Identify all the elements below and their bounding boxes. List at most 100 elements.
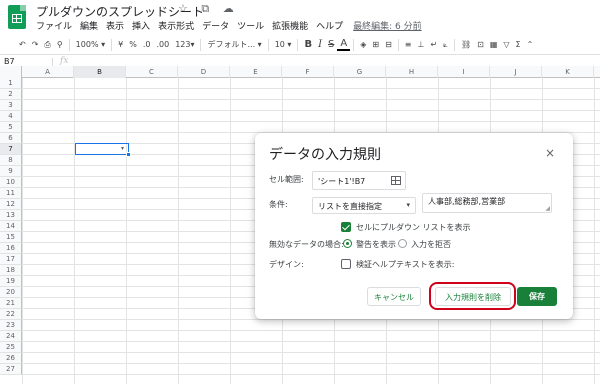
row-header-10[interactable]: 10 [0,177,22,188]
insert-link-icon[interactable]: ⛓ [458,40,474,49]
borders-icon[interactable]: ⊞ [369,40,382,49]
insert-chart-icon[interactable]: ▦ [487,40,501,49]
save-button[interactable]: 保存 [517,287,557,306]
row-header-12[interactable]: 12 [0,199,22,210]
cell-dropdown-chevron-icon[interactable]: ▾ [121,145,124,152]
row-header-17[interactable]: 17 [0,254,22,265]
more-formats-button[interactable]: 123▾ [172,40,197,49]
row-header-11[interactable]: 11 [0,188,22,199]
column-header-e[interactable]: E [230,66,282,78]
percent-button[interactable]: % [126,40,140,49]
column-header-k[interactable]: K [542,66,594,78]
collapse-toolbar-icon[interactable]: ⌃ [524,40,537,49]
row-header-20[interactable]: 20 [0,287,22,298]
column-header-a[interactable]: A [22,66,74,78]
horizontal-align-icon[interactable]: ≡ [402,40,415,49]
row-header-26[interactable]: 26 [0,353,22,364]
row-header-6[interactable]: 6 [0,133,22,144]
column-header-d[interactable]: D [178,66,230,78]
row-header-27[interactable]: 27 [0,364,22,375]
menu-view[interactable]: 表示 [106,19,124,32]
row-header-2[interactable]: 2 [0,89,22,100]
row-header-22[interactable]: 22 [0,309,22,320]
insert-comment-icon[interactable]: ⊡ [474,40,487,49]
row-header-7[interactable]: 7 [0,144,22,155]
select-all-corner[interactable] [0,66,22,78]
menu-edit[interactable]: 編集 [80,19,98,32]
list-items-input[interactable]: 人事部,総務部,営業部 ◢ [422,193,552,213]
bold-button[interactable]: B [301,39,315,50]
menu-tools[interactable]: ツール [237,19,264,32]
menu-extensions[interactable]: 拡張機能 [272,19,308,32]
row-header-3[interactable]: 3 [0,100,22,111]
cancel-button[interactable]: キャンセル [367,287,421,306]
merge-cells-icon[interactable]: ⊟ [382,40,395,49]
last-edit-link[interactable]: 最終編集: 6 分前 [353,19,421,32]
row-header-13[interactable]: 13 [0,210,22,221]
row-header-25[interactable]: 25 [0,342,22,353]
help-text-checkbox[interactable] [341,259,351,269]
row-header-19[interactable]: 19 [0,276,22,287]
text-rotation-icon[interactable]: ⟀ [440,40,451,50]
row-header-16[interactable]: 16 [0,243,22,254]
column-header-j[interactable]: J [490,66,542,78]
column-header-h[interactable]: H [386,66,438,78]
undo-icon[interactable]: ↶ [16,40,29,49]
sheets-logo-icon[interactable] [8,5,26,29]
currency-button[interactable]: ¥ [115,40,126,49]
filter-icon[interactable]: ▽ [500,40,512,49]
row-header-5[interactable]: 5 [0,122,22,133]
row-header-18[interactable]: 18 [0,265,22,276]
selected-cell-b7[interactable]: ▾ [75,143,131,157]
font-value: デフォルト... [207,40,256,49]
vertical-align-icon[interactable]: ⊥ [414,40,427,49]
column-header-c[interactable]: C [126,66,178,78]
row-header-1[interactable]: 1 [0,78,22,89]
column-header-g[interactable]: G [334,66,386,78]
menu-insert[interactable]: 挿入 [132,19,150,32]
decrease-decimal-button[interactable]: .0 [140,40,154,49]
redo-icon[interactable]: ↷ [29,40,42,49]
text-wrap-icon[interactable]: ↵ [427,40,440,49]
row-header-4[interactable]: 4 [0,111,22,122]
close-icon[interactable]: × [545,146,555,160]
radio-reject-input[interactable] [398,239,407,248]
menu-help[interactable]: ヘルプ [316,19,343,32]
row-header-21[interactable]: 21 [0,298,22,309]
fill-color-icon[interactable]: ◈ [357,40,369,49]
menu-file[interactable]: ファイル [36,19,72,32]
row-header-8[interactable]: 8 [0,155,22,166]
row-header-9[interactable]: 9 [0,166,22,177]
toolbar-divider [297,38,299,51]
menu-format[interactable]: 表示形式 [158,19,194,32]
font-size-select[interactable]: 10 ▾ [272,40,295,49]
row-header-14[interactable]: 14 [0,221,22,232]
font-select[interactable]: デフォルト... ▾ [204,39,264,50]
italic-button[interactable]: I [315,39,325,50]
name-box[interactable]: B7 [4,57,15,66]
title-bar: プルダウンのスプレッドシート ☆ ⧉ ☁ ファイル 編集 表示 挿入 表示形式 … [0,0,600,32]
show-dropdown-checkbox[interactable] [341,222,351,232]
column-header-i[interactable]: I [438,66,490,78]
title-icons[interactable]: ☆ ⧉ ☁ [178,2,239,16]
radio-show-warning[interactable] [343,239,352,248]
paint-format-icon[interactable]: ⚲ [54,40,66,49]
remove-validation-button[interactable]: 入力規則を削除 [435,287,511,306]
fill-handle[interactable] [126,152,131,157]
resize-handle-icon[interactable]: ◢ [545,205,550,212]
row-header-24[interactable]: 24 [0,331,22,342]
column-header-f[interactable]: F [282,66,334,78]
cell-range-input[interactable]: 'シート1'!B7 [312,171,406,190]
criteria-select[interactable]: リストを直接指定 ▾ [312,197,416,214]
print-icon[interactable]: ⎙ [41,40,53,50]
select-range-icon[interactable] [391,176,401,185]
functions-icon[interactable]: Σ [513,40,524,49]
column-header-b[interactable]: B [74,66,126,78]
strikethrough-button[interactable]: S [325,39,337,50]
zoom-select[interactable]: 100% ▾ [73,40,108,49]
row-header-23[interactable]: 23 [0,320,22,331]
row-header-15[interactable]: 15 [0,232,22,243]
menu-data[interactable]: データ [202,19,229,32]
increase-decimal-button[interactable]: .00 [153,40,172,49]
text-color-button[interactable]: A [337,38,351,51]
